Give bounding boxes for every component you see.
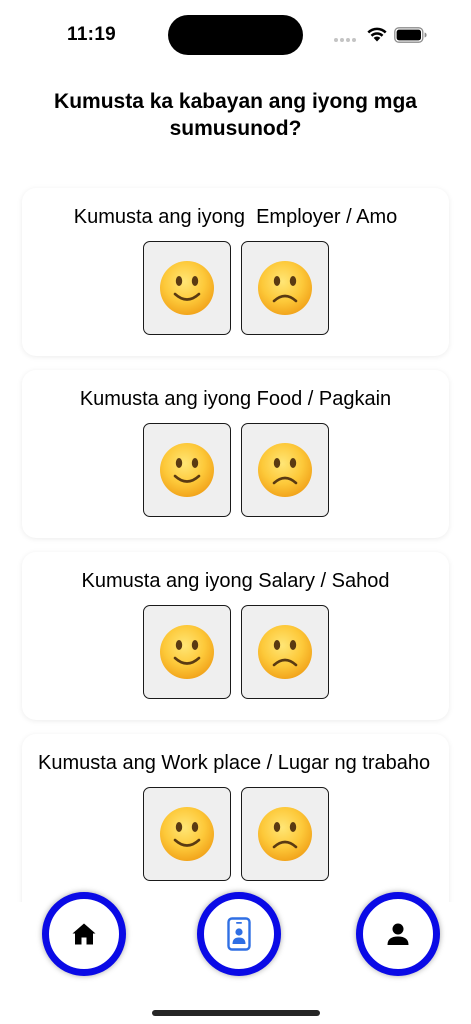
rating-card-food: Kumusta ang iyong Food / Pagkain	[22, 370, 449, 538]
status-bar: 11:19	[0, 0, 471, 70]
slightly-smiling-face-icon	[159, 807, 214, 861]
card-title: Kumusta ang iyong Food / Pagkain	[79, 388, 392, 410]
slightly-frowning-face-icon	[257, 261, 312, 315]
battery-icon	[394, 27, 427, 43]
slightly-frowning-face-icon	[257, 443, 312, 497]
home-indicator[interactable]	[152, 1010, 320, 1016]
wifi-icon	[367, 27, 387, 42]
happy-rating-button[interactable]	[142, 241, 231, 335]
person-icon	[387, 923, 409, 945]
id-card-icon	[227, 917, 251, 951]
card-title: Kumusta ang iyong Employer / Amo	[73, 206, 398, 228]
status-time: 11:19	[67, 24, 117, 45]
happy-rating-button[interactable]	[142, 605, 231, 699]
card-title: Kumusta ang Work place / Lugar ng trabah…	[38, 752, 431, 774]
home-nav-button[interactable]	[42, 892, 126, 976]
slightly-smiling-face-icon	[159, 261, 214, 315]
cellular-signal-icon	[334, 38, 356, 42]
id-card-nav-button[interactable]	[197, 892, 281, 976]
rating-card-salary: Kumusta ang iyong Salary / Sahod	[22, 552, 449, 720]
sad-rating-button[interactable]	[240, 787, 329, 881]
slightly-frowning-face-icon	[257, 807, 312, 861]
profile-nav-button[interactable]	[356, 892, 440, 976]
slightly-frowning-face-icon	[257, 625, 312, 679]
slightly-smiling-face-icon	[159, 625, 214, 679]
happy-rating-button[interactable]	[142, 423, 231, 517]
card-title: Kumusta ang iyong Salary / Sahod	[81, 570, 390, 592]
rating-card-employer: Kumusta ang iyong Employer / Amo	[22, 188, 449, 356]
sad-rating-button[interactable]	[240, 241, 329, 335]
sad-rating-button[interactable]	[240, 605, 329, 699]
home-icon	[72, 923, 96, 945]
page-title: Kumusta ka kabayan ang iyong mga sumusun…	[54, 90, 417, 140]
slightly-smiling-face-icon	[159, 443, 214, 497]
happy-rating-button[interactable]	[142, 787, 231, 881]
sad-rating-button[interactable]	[240, 423, 329, 517]
dynamic-island	[168, 15, 303, 55]
